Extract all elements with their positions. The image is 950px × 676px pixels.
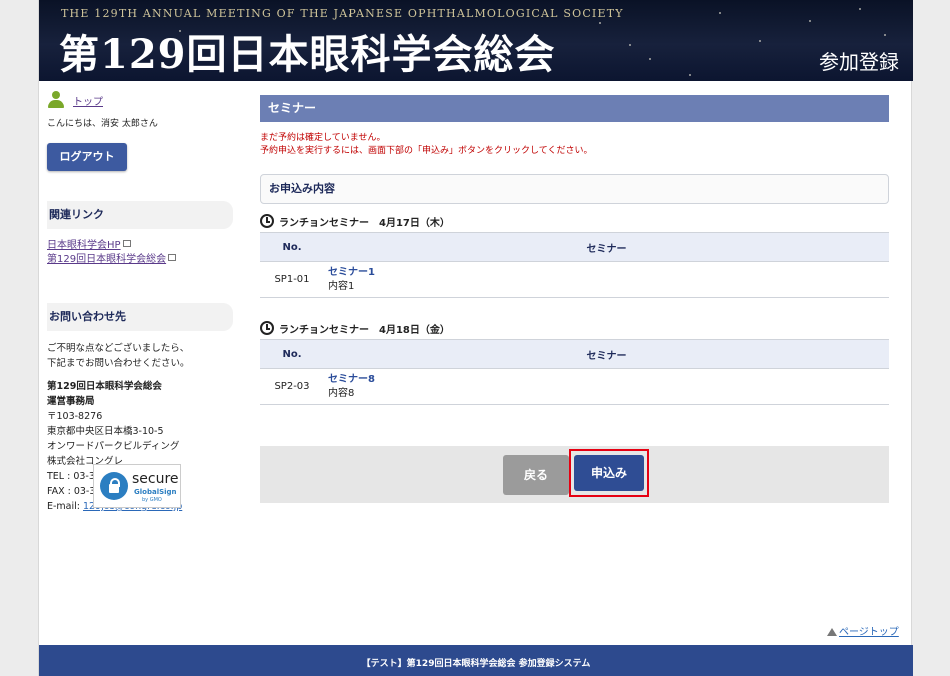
site-header: THE 129TH ANNUAL MEETING OF THE JAPANESE… (39, 0, 913, 81)
seminar-name: セミナー8 (328, 373, 375, 385)
external-link-icon (122, 240, 131, 247)
session-heading: ランチョンセミナー 4月17日（木） (260, 213, 889, 229)
seminar-name: セミナー1 (328, 266, 375, 278)
notice-line: まだ予約は確定していません。 (260, 133, 386, 143)
page-top-link[interactable]: ページトップ (827, 623, 899, 638)
related-links-heading: 関連リンク (47, 201, 233, 229)
header-japanese-title: 第129回日本眼科学会総会 (59, 31, 556, 78)
session-heading: ランチョンセミナー 4月18日（金） (260, 320, 889, 336)
header-english-title: THE 129TH ANNUAL MEETING OF THE JAPANESE… (61, 7, 624, 20)
ssl-gmo-text: by GMO (142, 497, 162, 503)
notice: まだ予約は確定していません。 予約申込を実行するには、画面下部の「申込み」ボタン… (260, 132, 889, 158)
session-table: No. セミナー SP1-01 セミナー1 内容1 (260, 232, 889, 298)
contact-heading: お問い合わせ先 (47, 303, 233, 331)
postal-code: 〒103-8276 (47, 411, 103, 422)
table-row: SP2-03 セミナー8 内容8 (260, 368, 889, 405)
office-name: 運営事務局 (47, 396, 95, 407)
page-top-text[interactable]: ページトップ (839, 627, 899, 638)
up-arrow-icon (827, 628, 837, 636)
greeting: こんにちは、消安 太郎さん (47, 119, 158, 129)
seminar-cell: セミナー8 内容8 (324, 368, 889, 405)
clock-icon (260, 214, 274, 228)
main-content: セミナー まだ予約は確定していません。 予約申込を実行するには、画面下部の「申込… (260, 95, 889, 405)
application-panel-title: お申込み内容 (260, 174, 889, 204)
logout-button[interactable]: ログアウト (47, 143, 127, 171)
seminar-no: SP1-01 (260, 261, 324, 298)
lock-icon (100, 472, 128, 500)
col-no: No. (260, 339, 324, 369)
table-row: SP1-01 セミナー1 内容1 (260, 261, 889, 298)
header-registration-label: 参加登録 (819, 50, 899, 74)
seminar-content: 内容1 (328, 280, 355, 292)
org-name: 第129回日本眼科学会総会 (47, 381, 162, 392)
col-no: No. (260, 232, 324, 262)
footer: 【テスト】第129回日本眼科学会総会 参加登録システム (39, 645, 913, 676)
seminar-content: 内容8 (328, 387, 355, 399)
user-icon (47, 91, 65, 109)
table-header-row: No. セミナー (260, 232, 889, 262)
ssl-globalsign-text: GlobalSign (134, 488, 177, 496)
email-label: E-mail: (47, 501, 84, 512)
ssl-secure-text: secure (132, 471, 179, 487)
seminar-cell: セミナー1 内容1 (324, 261, 889, 298)
notice-line: 予約申込を実行するには、画面下部の「申込み」ボタンをクリックしてください。 (260, 146, 593, 156)
contact-intro: ご不明な点などございましたら、 (47, 343, 190, 354)
page: THE 129TH ANNUAL MEETING OF THE JAPANESE… (38, 0, 913, 676)
building: オンワードパークビルディング (47, 441, 180, 452)
link-jos-hp[interactable]: 日本眼科学会HP (47, 240, 121, 251)
link-129-meeting[interactable]: 第129回日本眼科学会総会 (47, 254, 166, 265)
session-title: ランチョンセミナー 4月17日（木） (279, 217, 450, 229)
action-bar: 戻る 申込み (260, 446, 889, 503)
section-title: セミナー (260, 95, 889, 122)
apply-button[interactable]: 申込み (574, 455, 644, 491)
session-title: ランチョンセミナー 4月18日（金） (279, 324, 450, 336)
top-nav: トップ (47, 90, 233, 110)
address: 東京都中央区日本橋3-10-5 (47, 426, 164, 437)
sidebar: トップ こんにちは、消安 太郎さん ログアウト 関連リンク 日本眼科学会HP 第… (47, 90, 233, 514)
session-table: No. セミナー SP2-03 セミナー8 内容8 (260, 339, 889, 405)
contact-intro: 下記までお問い合わせください。 (47, 358, 190, 369)
related-links: 日本眼科学会HP 第129回日本眼科学会総会 (47, 239, 233, 267)
col-seminar: セミナー (324, 232, 889, 262)
back-button[interactable]: 戻る (503, 455, 569, 495)
apply-button-highlight: 申込み (569, 449, 649, 497)
col-seminar: セミナー (324, 339, 889, 369)
table-header-row: No. セミナー (260, 339, 889, 369)
seminar-no: SP2-03 (260, 368, 324, 405)
external-link-icon (168, 254, 177, 261)
ssl-seal[interactable]: secure GlobalSign by GMO (93, 464, 181, 508)
clock-icon (260, 321, 274, 335)
top-link[interactable]: トップ (73, 93, 103, 108)
